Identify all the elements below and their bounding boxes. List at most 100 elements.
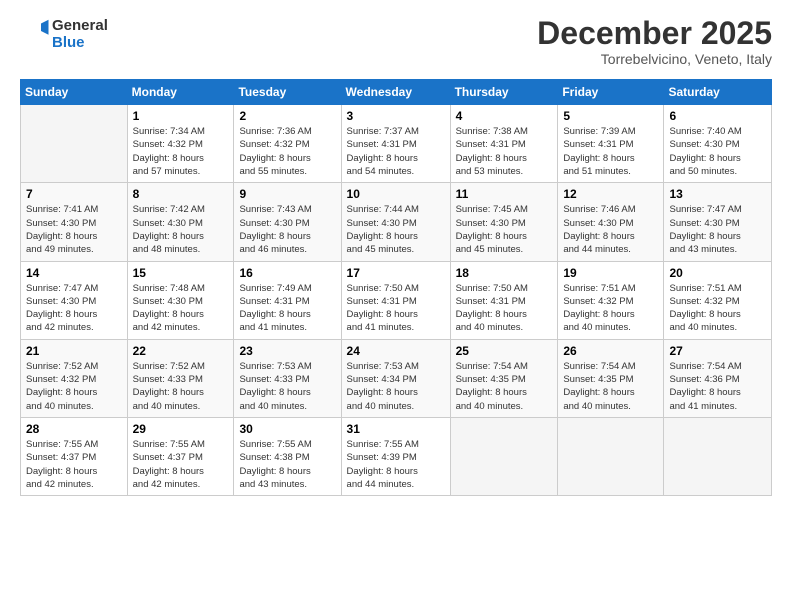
- table-row: 25 Sunrise: 7:54 AMSunset: 4:35 PMDayligh…: [450, 339, 558, 417]
- calendar-week-row: 1Sunrise: 7:34 AMSunset: 4:32 PMDaylight…: [21, 105, 772, 183]
- day-number: 6: [669, 109, 766, 123]
- day-info: Sunrise: 7:50 AMSunset: 4:31 PMDaylight:…: [347, 282, 445, 335]
- month-title: December 2025: [537, 16, 772, 51]
- table-row: 31 Sunrise: 7:55 AMSunset: 4:39 PMDayligh…: [341, 417, 450, 495]
- day-number: 11: [456, 187, 553, 201]
- table-row: 13 Sunrise: 7:47 AMSunset: 4:30 PMDayligh…: [664, 183, 772, 261]
- calendar-week-row: 21Sunrise: 7:52 AMSunset: 4:32 PMDayligh…: [21, 339, 772, 417]
- table-row: 26Sunrise: 7:54 AMSunset: 4:35 PMDayligh…: [558, 339, 664, 417]
- day-info: Sunrise: 7:44 AMSunset: 4:30 PMDaylight:…: [347, 203, 445, 256]
- day-number: 5: [563, 109, 658, 123]
- logo-line1: General: [52, 17, 108, 34]
- day-number: 26: [563, 344, 658, 358]
- day-info: Sunrise: 7:47 AMSunset: 4:30 PMDaylight:…: [669, 203, 766, 256]
- day-info: Sunrise: 7:52 AMSunset: 4:33 PMDaylight:…: [133, 360, 229, 413]
- day-info: Sunrise: 7:42 AMSunset: 4:30 PMDaylight:…: [133, 203, 229, 256]
- day-info: Sunrise: 7:47 AMSunset: 4:30 PMDaylight:…: [26, 282, 122, 335]
- calendar-week-row: 7 Sunrise: 7:41 AMSunset: 4:30 PMDaylight…: [21, 183, 772, 261]
- location-subtitle: Torrebelvicino, Veneto, Italy: [537, 51, 772, 67]
- day-number: 4: [456, 109, 553, 123]
- table-row: 14Sunrise: 7:47 AMSunset: 4:30 PMDayligh…: [21, 261, 128, 339]
- day-number: 24: [347, 344, 445, 358]
- day-info: Sunrise: 7:55 AMSunset: 4:37 PMDaylight:…: [26, 438, 122, 491]
- day-number: 29: [133, 422, 229, 436]
- day-info: Sunrise: 7:45 AMSunset: 4:30 PMDaylight:…: [456, 203, 553, 256]
- day-info: Sunrise: 7:49 AMSunset: 4:31 PMDaylight:…: [239, 282, 335, 335]
- day-number: 21: [26, 344, 122, 358]
- day-number: 1: [133, 109, 229, 123]
- table-row: 3 Sunrise: 7:37 AMSunset: 4:31 PMDaylight…: [341, 105, 450, 183]
- table-row: 6Sunrise: 7:40 AMSunset: 4:30 PMDaylight…: [664, 105, 772, 183]
- table-row: 18 Sunrise: 7:50 AMSunset: 4:31 PMDayligh…: [450, 261, 558, 339]
- table-row: 22 Sunrise: 7:52 AMSunset: 4:33 PMDayligh…: [127, 339, 234, 417]
- table-row: 9 Sunrise: 7:43 AMSunset: 4:30 PMDaylight…: [234, 183, 341, 261]
- day-info: Sunrise: 7:51 AMSunset: 4:32 PMDaylight:…: [669, 282, 766, 335]
- day-number: 15: [133, 266, 229, 280]
- table-row: 29 Sunrise: 7:55 AMSunset: 4:37 PMDayligh…: [127, 417, 234, 495]
- day-info: Sunrise: 7:38 AMSunset: 4:31 PMDaylight:…: [456, 125, 553, 178]
- table-row: 4 Sunrise: 7:38 AMSunset: 4:31 PMDaylight…: [450, 105, 558, 183]
- day-number: 3: [347, 109, 445, 123]
- calendar-week-row: 14Sunrise: 7:47 AMSunset: 4:30 PMDayligh…: [21, 261, 772, 339]
- day-number: 18: [456, 266, 553, 280]
- table-row: 15 Sunrise: 7:48 AMSunset: 4:30 PMDayligh…: [127, 261, 234, 339]
- day-number: 13: [669, 187, 766, 201]
- table-row: 23Sunrise: 7:53 AMSunset: 4:33 PMDayligh…: [234, 339, 341, 417]
- table-row: [21, 105, 128, 183]
- day-number: 9: [239, 187, 335, 201]
- calendar-table: Sunday Monday Tuesday Wednesday Thursday…: [20, 79, 772, 496]
- table-row: 20 Sunrise: 7:51 AMSunset: 4:32 PMDayligh…: [664, 261, 772, 339]
- day-number: 27: [669, 344, 766, 358]
- day-info: Sunrise: 7:55 AMSunset: 4:37 PMDaylight:…: [133, 438, 229, 491]
- table-row: 21Sunrise: 7:52 AMSunset: 4:32 PMDayligh…: [21, 339, 128, 417]
- day-number: 10: [347, 187, 445, 201]
- day-info: Sunrise: 7:39 AMSunset: 4:31 PMDaylight:…: [563, 125, 658, 178]
- day-number: 25: [456, 344, 553, 358]
- day-info: Sunrise: 7:54 AMSunset: 4:35 PMDaylight:…: [456, 360, 553, 413]
- day-info: Sunrise: 7:48 AMSunset: 4:30 PMDaylight:…: [133, 282, 229, 335]
- col-thursday: Thursday: [450, 80, 558, 105]
- title-block: December 2025 Torrebelvicino, Veneto, It…: [537, 16, 772, 67]
- col-friday: Friday: [558, 80, 664, 105]
- calendar-header-row: Sunday Monday Tuesday Wednesday Thursday…: [21, 80, 772, 105]
- table-row: 17Sunrise: 7:50 AMSunset: 4:31 PMDayligh…: [341, 261, 450, 339]
- calendar-week-row: 28 Sunrise: 7:55 AMSunset: 4:37 PMDayligh…: [21, 417, 772, 495]
- day-number: 31: [347, 422, 445, 436]
- col-saturday: Saturday: [664, 80, 772, 105]
- day-number: 12: [563, 187, 658, 201]
- table-row: 30Sunrise: 7:55 AMSunset: 4:38 PMDayligh…: [234, 417, 341, 495]
- logo-arrow-icon: [20, 16, 50, 46]
- table-row: 5 Sunrise: 7:39 AMSunset: 4:31 PMDaylight…: [558, 105, 664, 183]
- day-number: 22: [133, 344, 229, 358]
- table-row: 11 Sunrise: 7:45 AMSunset: 4:30 PMDayligh…: [450, 183, 558, 261]
- day-number: 28: [26, 422, 122, 436]
- day-number: 7: [26, 187, 122, 201]
- day-info: Sunrise: 7:53 AMSunset: 4:33 PMDaylight:…: [239, 360, 335, 413]
- table-row: 8 Sunrise: 7:42 AMSunset: 4:30 PMDaylight…: [127, 183, 234, 261]
- day-number: 2: [239, 109, 335, 123]
- table-row: 12Sunrise: 7:46 AMSunset: 4:30 PMDayligh…: [558, 183, 664, 261]
- day-info: Sunrise: 7:55 AMSunset: 4:39 PMDaylight:…: [347, 438, 445, 491]
- day-info: Sunrise: 7:50 AMSunset: 4:31 PMDaylight:…: [456, 282, 553, 335]
- table-row: [664, 417, 772, 495]
- day-number: 30: [239, 422, 335, 436]
- page-header: General Blue December 2025 Torrebelvicin…: [20, 16, 772, 67]
- table-row: 10 Sunrise: 7:44 AMSunset: 4:30 PMDayligh…: [341, 183, 450, 261]
- day-number: 20: [669, 266, 766, 280]
- day-info: Sunrise: 7:54 AMSunset: 4:36 PMDaylight:…: [669, 360, 766, 413]
- day-number: 19: [563, 266, 658, 280]
- day-number: 8: [133, 187, 229, 201]
- day-info: Sunrise: 7:36 AMSunset: 4:32 PMDaylight:…: [239, 125, 335, 178]
- col-tuesday: Tuesday: [234, 80, 341, 105]
- day-info: Sunrise: 7:37 AMSunset: 4:31 PMDaylight:…: [347, 125, 445, 178]
- col-monday: Monday: [127, 80, 234, 105]
- table-row: 27 Sunrise: 7:54 AMSunset: 4:36 PMDayligh…: [664, 339, 772, 417]
- table-row: 2 Sunrise: 7:36 AMSunset: 4:32 PMDaylight…: [234, 105, 341, 183]
- table-row: 1Sunrise: 7:34 AMSunset: 4:32 PMDaylight…: [127, 105, 234, 183]
- table-row: 28 Sunrise: 7:55 AMSunset: 4:37 PMDayligh…: [21, 417, 128, 495]
- table-row: [558, 417, 664, 495]
- logo-line2: Blue: [52, 34, 108, 51]
- day-info: Sunrise: 7:51 AMSunset: 4:32 PMDaylight:…: [563, 282, 658, 335]
- day-info: Sunrise: 7:43 AMSunset: 4:30 PMDaylight:…: [239, 203, 335, 256]
- day-info: Sunrise: 7:41 AMSunset: 4:30 PMDaylight:…: [26, 203, 122, 256]
